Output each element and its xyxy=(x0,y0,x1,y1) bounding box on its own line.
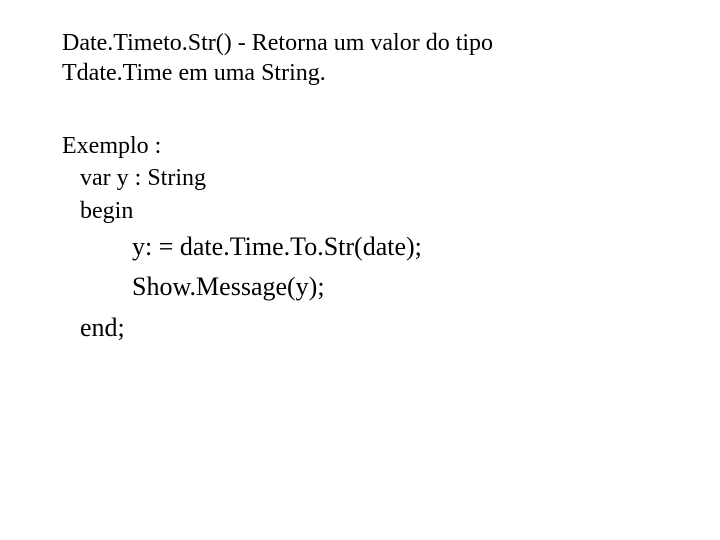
intro-line-2: Tdate.Time em uma String. xyxy=(62,58,702,88)
code-begin: begin xyxy=(62,195,702,227)
intro-line-1: Date.Timeto.Str() - Retorna um valor do … xyxy=(62,28,702,58)
intro-block: Date.Timeto.Str() - Retorna um valor do … xyxy=(62,28,702,88)
example-heading: Exemplo : xyxy=(62,130,702,162)
code-assign: y: = date.Time.To.Str(date); xyxy=(62,227,702,267)
code-var-decl: var y : String xyxy=(62,162,702,194)
code-end: end; xyxy=(62,308,702,348)
document-page: Date.Timeto.Str() - Retorna um valor do … xyxy=(0,0,702,348)
code-showmsg: Show.Message(y); xyxy=(62,267,702,307)
example-block: Exemplo : var y : String begin y: = date… xyxy=(62,130,702,348)
